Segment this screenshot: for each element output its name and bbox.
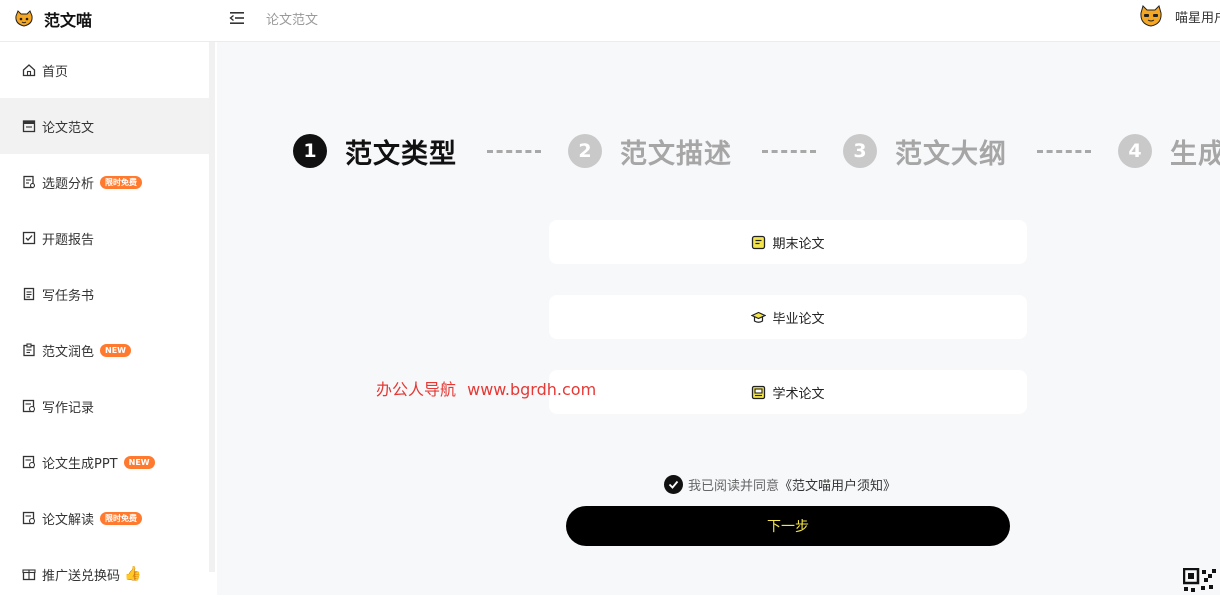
agreement: 我已阅读并同意 《范文喵用户须知》: [664, 475, 896, 494]
sidebar-item-label: 论文生成PPT: [42, 456, 118, 472]
step-label: 范文大纲: [895, 138, 1007, 170]
polish-icon: [23, 343, 35, 357]
ppt-icon: [22, 455, 36, 469]
step-label: 生成: [1170, 138, 1220, 170]
step-number: 4: [1118, 134, 1152, 168]
book-icon: [23, 287, 35, 301]
app-logo[interactable]: 范文喵: [14, 6, 92, 32]
sidebar-item-proposal[interactable]: 开题报告: [0, 210, 215, 266]
step-number: 2: [568, 134, 602, 168]
step-label: 范文类型: [345, 138, 457, 170]
step-number: 3: [843, 134, 877, 168]
new-badge: NEW: [100, 343, 131, 357]
sidebar-item-referral[interactable]: 推广送兑换码 👍: [0, 546, 215, 602]
sidebar-item-task-book[interactable]: 写任务书: [0, 266, 215, 322]
sidebar-item-label: 首页: [42, 64, 69, 80]
sidebar: 首页 论文范文 选题分析 限时免费 开题报告 写任务书 范文润色 NEW 写作记…: [0, 42, 217, 595]
step-1: 1 范文类型: [293, 131, 457, 171]
sidebar-item-polish[interactable]: 范文润色 NEW: [0, 322, 215, 378]
sidebar-item-label: 写任务书: [42, 288, 95, 304]
new-badge: NEW: [123, 455, 155, 469]
gift-icon: [22, 569, 36, 581]
user-name: 喵星用户: [1175, 10, 1220, 26]
sidebar-item-topic-analysis[interactable]: 选题分析 限时免费: [0, 154, 215, 210]
option-label: 学术论文: [772, 386, 825, 402]
step-label: 范文描述: [620, 138, 732, 170]
agree-text: 我已阅读并同意: [688, 479, 780, 494]
limited-free-badge: 限时免费: [100, 175, 143, 189]
watermark-text: 办公人导航: [376, 380, 457, 399]
option-graduation-thesis[interactable]: 毕业论文: [549, 295, 1027, 339]
option-label: 毕业论文: [772, 311, 825, 327]
record-icon: [22, 399, 36, 413]
user-menu[interactable]: 喵星用户: [1139, 5, 1220, 27]
limited-free-badge: 限时免费: [100, 511, 143, 525]
sidebar-item-ppt[interactable]: 论文生成PPT NEW: [0, 434, 215, 490]
main-content: 1 范文类型 2 范文描述 3 范文大纲 4 生成 期末论文 毕业论文 学术论文…: [217, 42, 1220, 595]
app-title: 范文喵: [44, 11, 93, 30]
menu-collapse-icon[interactable]: [229, 10, 245, 26]
step-connector: [487, 150, 541, 153]
sidebar-item-label: 论文范文: [42, 120, 95, 136]
sidebar-scrollbar[interactable]: [209, 42, 215, 572]
thumbs-up-icon: 👍: [124, 566, 142, 582]
step-3: 3 范文大纲: [843, 131, 1007, 171]
checklist-icon: [22, 231, 36, 245]
agree-checkbox[interactable]: [664, 475, 683, 494]
step-4: 4 生成: [1118, 131, 1220, 171]
watermark-url: www.bgrdh.com: [467, 380, 597, 399]
academic-icon: [752, 385, 766, 399]
analysis-icon: [23, 175, 36, 189]
note-icon: [752, 235, 766, 249]
breadcrumb: 论文范文: [266, 13, 319, 28]
sidebar-item-papers[interactable]: 论文范文: [0, 98, 215, 154]
checkmark-icon: [668, 480, 679, 489]
sidebar-item-label: 推广送兑换码: [42, 568, 121, 584]
step-2: 2 范文描述: [568, 131, 732, 171]
graduation-cap-icon: [751, 311, 767, 323]
terms-link[interactable]: 《范文喵用户须知》: [779, 475, 896, 494]
sidebar-item-writing-records[interactable]: 写作记录: [0, 378, 215, 434]
step-connector: [1037, 150, 1091, 153]
next-step-button[interactable]: 下一步: [566, 506, 1010, 546]
cat-mascot-icon: [15, 10, 33, 27]
sidebar-item-label: 选题分析: [42, 176, 95, 192]
top-bar: 范文喵 论文范文 喵星用户: [0, 0, 1220, 42]
qr-code-icon[interactable]: [1183, 568, 1220, 595]
read-icon: [22, 511, 36, 525]
document-icon: [22, 120, 36, 133]
sidebar-item-home[interactable]: 首页: [0, 42, 215, 98]
step-connector: [762, 150, 816, 153]
home-icon: [22, 64, 36, 77]
step-number: 1: [293, 134, 327, 168]
sidebar-item-label: 开题报告: [42, 232, 95, 248]
sidebar-item-label: 写作记录: [42, 400, 95, 416]
option-final-paper[interactable]: 期末论文: [549, 220, 1027, 264]
option-label: 期末论文: [772, 236, 825, 252]
sidebar-item-label: 范文润色: [42, 344, 95, 360]
sidebar-item-label: 论文解读: [42, 512, 95, 528]
option-academic-paper[interactable]: 学术论文: [549, 370, 1027, 414]
watermark: 办公人导航 www.bgrdh.com: [376, 376, 596, 400]
avatar: [1140, 5, 1162, 27]
sidebar-item-paper-reading[interactable]: 论文解读 限时免费: [0, 490, 215, 546]
